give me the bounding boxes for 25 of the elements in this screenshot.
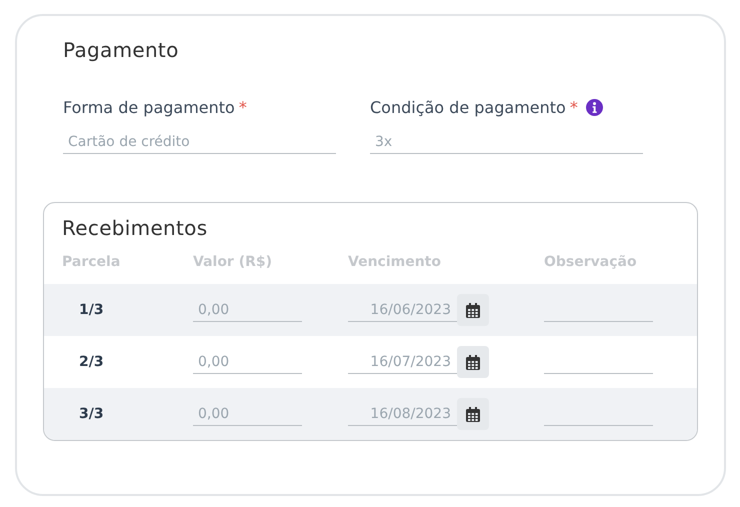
section-title: Recebimentos	[61, 215, 208, 240]
required-mark: *	[570, 98, 578, 116]
column-header: Vencimento	[348, 254, 442, 270]
amount-field[interactable]: 0,00	[193, 402, 302, 426]
calendar-button[interactable]	[457, 294, 489, 326]
field-label: Forma de pagamento	[63, 98, 235, 116]
column-header: Valor (R$)	[193, 254, 274, 270]
installment-number: 2/3	[78, 354, 105, 370]
input-field[interactable]: 3x	[370, 130, 643, 154]
installment-number: 3/3	[78, 406, 105, 422]
input-field[interactable]: Cartão de crédito	[63, 130, 336, 154]
calendar-icon	[466, 406, 480, 422]
amount-field[interactable]: 0,00	[193, 350, 302, 374]
calendar-button[interactable]	[457, 346, 489, 378]
installment-number: 1/3	[78, 302, 105, 318]
info-icon[interactable]	[586, 98, 603, 116]
required-mark: *	[238, 98, 247, 116]
section-title: Pagamento	[63, 38, 180, 62]
field-label: Condição de pagamento	[370, 98, 566, 116]
calendar-button[interactable]	[457, 398, 489, 430]
column-header: Observação	[544, 254, 638, 270]
amount-field[interactable]: 0,00	[193, 298, 302, 322]
calendar-icon	[466, 354, 480, 370]
calendar-icon	[466, 302, 480, 318]
column-header: Parcela	[62, 254, 122, 270]
